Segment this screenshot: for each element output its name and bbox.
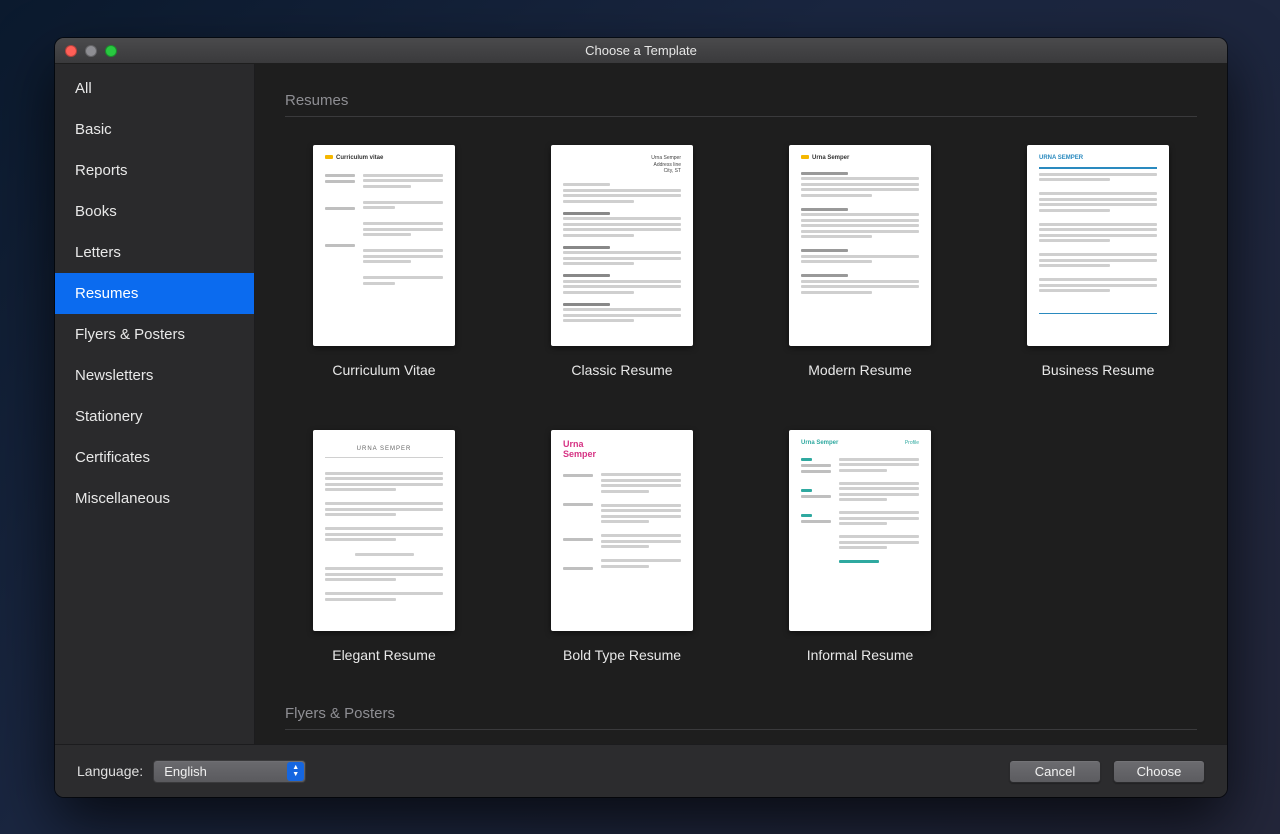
template-elegant-resume[interactable]: URNA SEMPER (285, 430, 483, 663)
footer-bar: Language: English ▲▼ Cancel Choose (55, 744, 1227, 797)
sidebar-item-resumes[interactable]: Resumes (55, 273, 254, 314)
template-label: Informal Resume (807, 647, 914, 663)
sidebar-item-miscellaneous[interactable]: Miscellaneous (55, 478, 254, 519)
language-label: Language: (77, 763, 143, 779)
section-header-flyers-posters: Flyers & Posters (285, 705, 1197, 730)
titlebar: Choose a Template (55, 38, 1227, 64)
thumbnail: Urna Semper Profile (789, 430, 931, 631)
choose-button[interactable]: Choose (1113, 760, 1205, 783)
minimize-icon[interactable] (85, 45, 97, 57)
template-label: Bold Type Resume (563, 647, 681, 663)
template-chooser-window: Choose a Template All Basic Reports Book… (55, 38, 1227, 797)
template-label: Business Resume (1042, 362, 1155, 378)
template-label: Classic Resume (571, 362, 672, 378)
zoom-icon[interactable] (105, 45, 117, 57)
language-select[interactable]: English ▲▼ (153, 760, 306, 783)
window-title: Choose a Template (55, 43, 1227, 58)
thumbnail: Urna SemperAddress lineCity, ST (551, 145, 693, 346)
close-icon[interactable] (65, 45, 77, 57)
template-modern-resume[interactable]: Urna Semper Modern Resu (761, 145, 959, 378)
window-body: All Basic Reports Books Letters Resumes … (55, 64, 1227, 744)
template-informal-resume[interactable]: Urna Semper Profile (761, 430, 959, 663)
sidebar-item-letters[interactable]: Letters (55, 232, 254, 273)
template-label: Modern Resume (808, 362, 912, 378)
thumbnail: URNA SEMPER (313, 430, 455, 631)
template-label: Elegant Resume (332, 647, 436, 663)
thumbnail: Urna Semper (789, 145, 931, 346)
category-sidebar: All Basic Reports Books Letters Resumes … (55, 64, 255, 744)
thumbnail: Curriculum vitae (313, 145, 455, 346)
template-grid-area[interactable]: Resumes Curriculum vitae (255, 64, 1227, 744)
sidebar-item-books[interactable]: Books (55, 191, 254, 232)
section-header-resumes: Resumes (285, 92, 1197, 117)
window-traffic-lights (65, 45, 117, 57)
template-business-resume[interactable]: URNA SEMPER Business Re (999, 145, 1197, 378)
sidebar-item-newsletters[interactable]: Newsletters (55, 355, 254, 396)
template-bold-type-resume[interactable]: UrnaSemper (523, 430, 721, 663)
sidebar-item-flyers-posters[interactable]: Flyers & Posters (55, 314, 254, 355)
cancel-button[interactable]: Cancel (1009, 760, 1101, 783)
thumbnail: URNA SEMPER (1027, 145, 1169, 346)
thumbnail: UrnaSemper (551, 430, 693, 631)
sidebar-item-certificates[interactable]: Certificates (55, 437, 254, 478)
template-curriculum-vitae[interactable]: Curriculum vitae (285, 145, 483, 378)
language-value: English (164, 764, 207, 779)
sidebar-item-all[interactable]: All (55, 68, 254, 109)
updown-arrows-icon: ▲▼ (287, 762, 304, 781)
template-classic-resume[interactable]: Urna SemperAddress lineCity, ST (523, 145, 721, 378)
sidebar-item-stationery[interactable]: Stationery (55, 396, 254, 437)
sidebar-item-reports[interactable]: Reports (55, 150, 254, 191)
sidebar-item-basic[interactable]: Basic (55, 109, 254, 150)
templates-grid: Curriculum vitae (285, 145, 1197, 663)
template-label: Curriculum Vitae (332, 362, 435, 378)
